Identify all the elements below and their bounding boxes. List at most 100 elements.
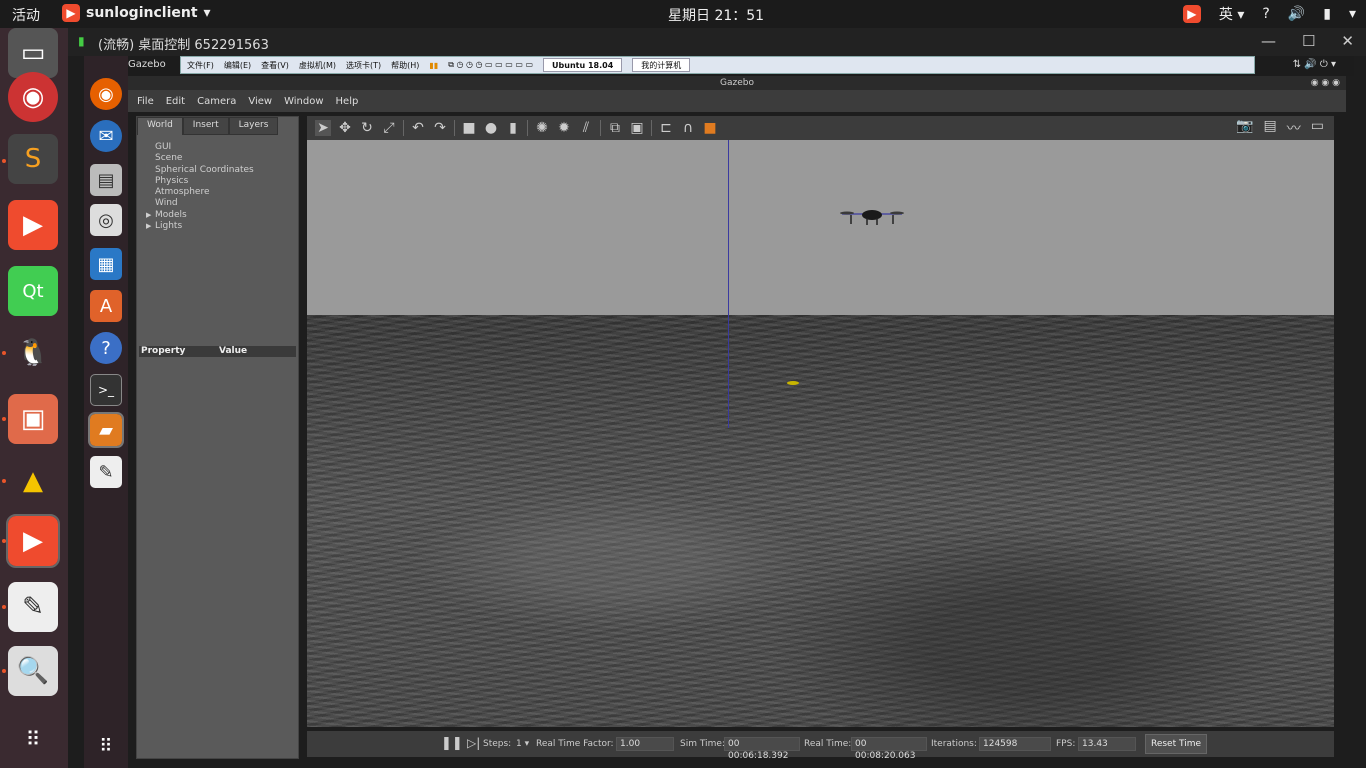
sunlogin-dock-icon[interactable]: ▶ [8, 200, 58, 250]
redo-icon[interactable]: ↷ [432, 120, 448, 136]
terminal-icon[interactable]: >_ [90, 374, 122, 406]
fps-value: 13.43 [1078, 737, 1136, 751]
spot-light-icon[interactable]: ✹ [556, 120, 572, 136]
cylinder-shape-icon[interactable]: ▮ [505, 120, 521, 136]
help-icon[interactable]: ? [1262, 6, 1269, 22]
scale-mode-icon[interactable]: ⤢ [381, 120, 397, 136]
pause-icon[interactable]: ▮▮ [429, 61, 438, 70]
qt-creator-icon[interactable]: Qt [8, 266, 58, 316]
vm-menu-file[interactable]: 文件(F) [187, 60, 214, 71]
plot-icon[interactable]: 〰 [1287, 118, 1301, 138]
paste-icon[interactable]: ▣ [629, 120, 645, 136]
minimize-icon[interactable]: — [1261, 32, 1276, 50]
menu-camera[interactable]: Camera [197, 96, 236, 107]
undo-icon[interactable]: ↶ [410, 120, 426, 136]
power-menu-icon[interactable]: ▾ [1349, 6, 1356, 22]
firefox-icon[interactable]: ◉ [90, 78, 122, 110]
vm-menu-edit[interactable]: 编辑(E) [224, 60, 251, 71]
view-angle-icon[interactable]: ■ [702, 120, 718, 136]
tree-item-models[interactable]: Models [155, 210, 298, 221]
log-icon[interactable]: ▤ [1264, 118, 1277, 138]
input-method[interactable]: 英 ▾ [1219, 4, 1244, 24]
rotate-mode-icon[interactable]: ↻ [359, 120, 375, 136]
tab-world[interactable]: World [137, 117, 183, 135]
sublime-text-icon[interactable]: S [8, 134, 58, 184]
reset-time-button[interactable]: Reset Time [1145, 734, 1207, 754]
property-table-header: Property Value [139, 346, 296, 357]
text-editor-icon[interactable]: ✎ [8, 582, 58, 632]
vm-menu-view[interactable]: 查看(V) [261, 60, 289, 71]
inner-tray-icons[interactable]: ⇅ 🔊 ⏻ ▾ [1293, 59, 1336, 70]
thunderbird-icon[interactable]: ✉ [90, 120, 122, 152]
menu-help[interactable]: Help [336, 96, 359, 107]
tab-insert[interactable]: Insert [182, 117, 229, 135]
tree-item-scene[interactable]: Scene [155, 153, 298, 164]
image-viewer-icon[interactable]: 🔍 [8, 646, 58, 696]
video-record-icon[interactable]: ▭ [1311, 118, 1324, 138]
tree-item-gui[interactable]: GUI [155, 142, 298, 153]
battery-icon[interactable]: ▮ [1323, 6, 1331, 22]
sphere-shape-icon[interactable]: ● [483, 120, 499, 136]
menu-file[interactable]: File [137, 96, 154, 107]
media-player-icon[interactable]: ◉ [8, 72, 58, 122]
writer-icon[interactable]: ▦ [90, 248, 122, 280]
vm-toolbar-icons[interactable]: ⧉ ◷ ◷ ◷ ▭ ▭ ▭ ▭ ▭ [448, 60, 533, 70]
software-center-icon[interactable]: A [90, 290, 122, 322]
box-shape-icon[interactable]: ■ [461, 120, 477, 136]
menu-window[interactable]: Window [284, 96, 323, 107]
window-controls[interactable]: ◉ ◉ ◉ [1311, 76, 1340, 90]
vm-tab-mycomputer[interactable]: 我的计算机 [632, 58, 691, 72]
network-tool-icon[interactable]: ▲ [8, 456, 58, 506]
vmware-icon[interactable]: ▭ [8, 28, 58, 78]
menu-edit[interactable]: Edit [166, 96, 185, 107]
app-menu[interactable]: ▶ sunloginclient ▾ [62, 4, 211, 22]
z-axis-line [728, 140, 729, 428]
step-icon[interactable]: ▷| [467, 736, 480, 750]
sunlogin-tray-icon[interactable]: ▶ [1182, 5, 1201, 23]
file-manager-icon[interactable]: ▣ [8, 394, 58, 444]
tab-layers[interactable]: Layers [228, 117, 279, 135]
vm-menu-vm[interactable]: 虚拟机(M) [299, 60, 336, 71]
ground-marker [787, 381, 799, 385]
scene-viewport[interactable] [307, 140, 1334, 727]
qq-icon[interactable]: 🐧 [8, 328, 58, 378]
copy-icon[interactable]: ⧉ [607, 120, 623, 136]
select-mode-icon[interactable]: ➤ [315, 120, 331, 136]
menu-view[interactable]: View [248, 96, 272, 107]
vm-tab-ubuntu[interactable]: Ubuntu 18.04 [543, 58, 623, 72]
app-grid-icon[interactable]: ⠿ [8, 714, 58, 764]
maximize-icon[interactable]: ☐ [1302, 32, 1315, 50]
point-light-icon[interactable]: ✺ [534, 120, 550, 136]
tree-item-lights[interactable]: Lights [155, 221, 298, 232]
activities-button[interactable]: 活动 [12, 5, 40, 25]
inner-app-menu[interactable]: Gazebo [128, 59, 166, 70]
align-icon[interactable]: ⊏ [658, 120, 674, 136]
steps-value[interactable]: 1 ▾ [516, 739, 529, 749]
drone-model[interactable] [837, 206, 907, 228]
clock[interactable]: 星期日 21：51 [668, 5, 764, 25]
close-icon[interactable]: ✕ [1341, 32, 1354, 50]
vm-menu-help[interactable]: 帮助(H) [391, 60, 419, 71]
gazebo-dock-icon[interactable]: ▰ [88, 412, 124, 448]
help-app-icon[interactable]: ? [90, 332, 122, 364]
rtf-value: 1.00 [616, 737, 674, 751]
inner-app-grid-icon[interactable]: ⠿ [90, 730, 122, 762]
app-menu-label: sunloginclient [86, 5, 198, 21]
snap-icon[interactable]: ∩ [680, 120, 696, 136]
sky [307, 140, 1334, 317]
tree-item-wind[interactable]: Wind [155, 198, 298, 209]
volume-icon[interactable]: 🔊 [1288, 6, 1305, 22]
inner-text-editor-icon[interactable]: ✎ [90, 456, 122, 488]
files-icon[interactable]: ▤ [90, 164, 122, 196]
rhythmbox-icon[interactable]: ◎ [90, 204, 122, 236]
pause-sim-icon[interactable]: ❚❚ [441, 736, 463, 751]
screenshot-icon[interactable]: 📷 [1236, 118, 1253, 138]
tree-item-spherical-coordinates[interactable]: Spherical Coordinates [155, 165, 298, 176]
tree-item-physics[interactable]: Physics [155, 176, 298, 187]
real-time-value: 00 00:08:20.063 [851, 737, 927, 761]
directional-light-icon[interactable]: ⫽ [578, 120, 594, 136]
translate-mode-icon[interactable]: ✥ [337, 120, 353, 136]
sunlogin-active-icon[interactable]: ▶ [6, 514, 60, 568]
vm-menu-tabs[interactable]: 选项卡(T) [346, 60, 381, 71]
tree-item-atmosphere[interactable]: Atmosphere [155, 187, 298, 198]
